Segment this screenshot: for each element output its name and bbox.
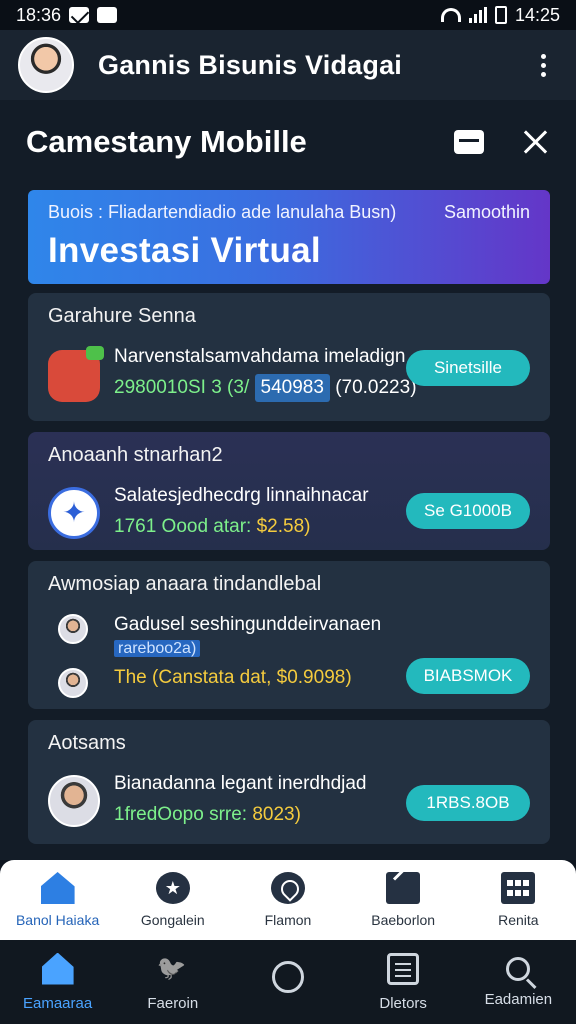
- card-chip: rareboo2a): [114, 640, 201, 657]
- home-icon: [40, 872, 75, 904]
- action-label: Renita: [498, 912, 539, 928]
- nav-item-home[interactable]: Eamaaraa: [3, 952, 113, 1012]
- card-amount: 8023): [252, 804, 301, 825]
- nav-item-center[interactable]: [233, 961, 343, 1003]
- status-bar: 18:36 14:25: [0, 0, 576, 30]
- nav-item-list[interactable]: Dletors: [348, 952, 458, 1012]
- action-document[interactable]: Baeborlon: [348, 872, 458, 928]
- action-label: Banol Haiaka: [15, 912, 100, 928]
- main-panel: Camestany Mobille Buois : Fliadartendiad…: [0, 100, 576, 860]
- card-action-button[interactable]: Se G1000B: [406, 493, 530, 529]
- nav-label: Faeroin: [147, 994, 199, 1012]
- card-action-button[interactable]: 1RBS.8OB: [406, 785, 530, 821]
- card-heading: Garahure Senna: [48, 305, 196, 327]
- card-body: Gadusel seshingunddeirvanaen rareboo2a) …: [48, 612, 530, 698]
- card-amount: $2.58): [256, 516, 311, 537]
- action-label: Flamon: [264, 912, 312, 928]
- star-badge-icon: [48, 487, 100, 539]
- action-bar: Banol Haiaka Gongalein Flamon Baeborlon …: [0, 860, 576, 940]
- app-title: Gannis Bisunis Vidagai: [98, 49, 402, 80]
- card-value: 1fredOopo srre:: [114, 804, 248, 825]
- promo-banner[interactable]: Buois : Fliadartendiadio ade lanulaha Bu…: [28, 190, 550, 284]
- card-heading: Awmosiap anaara tindandlebal: [48, 573, 322, 595]
- banner-top: Buois : Fliadartendiadio ade lanulaha Bu…: [48, 202, 530, 223]
- signal-icon: [468, 7, 487, 23]
- avatar[interactable]: [18, 37, 74, 93]
- action-home[interactable]: Banol Haiaka: [3, 872, 113, 928]
- nav-item-feed[interactable]: Faeroin: [118, 953, 228, 1012]
- nav-item-search[interactable]: Eadamien: [463, 956, 573, 1008]
- investment-card[interactable]: Garahure Senna Narvenstalsamvahdama imel…: [28, 293, 550, 421]
- person-avatar-icon: [48, 775, 100, 827]
- card-action-button[interactable]: Sinetsille: [406, 350, 530, 386]
- badge-icon: [155, 872, 190, 904]
- card-description: Gadusel seshingunddeirvanaen: [114, 614, 382, 635]
- page-title: Camestany Mobille: [26, 124, 307, 159]
- banner-right-text: Samoothin: [443, 202, 530, 222]
- more-options-icon[interactable]: [528, 50, 558, 80]
- banner-title: Investasi Virtual: [48, 231, 321, 270]
- bird-icon: [157, 953, 189, 985]
- search-icon: [506, 956, 531, 981]
- card-body: Salatesjedhecdrg linnaihnacar 1761 Oood …: [48, 483, 530, 541]
- nav-label: Eadamien: [484, 990, 553, 1008]
- app-header: Gannis Bisunis Vidagai: [0, 30, 576, 100]
- card-value: 1761 Oood atar:: [114, 516, 252, 537]
- card-body: Bianadanna legant inerdhdjad 1fredOopo s…: [48, 771, 530, 829]
- close-icon[interactable]: [522, 129, 548, 155]
- status-right: 14:25: [440, 4, 560, 26]
- wifi-icon: [440, 8, 461, 22]
- fruit-icon: [48, 346, 104, 402]
- banner-subtitle: Buois : Fliadartendiadio ade lanulaha Bu…: [48, 202, 397, 222]
- investment-card[interactable]: Awmosiap anaara tindandlebal Gadusel ses…: [28, 561, 550, 709]
- bottom-nav: Eamaaraa Faeroin Dletors Eadamien: [0, 940, 576, 1024]
- location-pin-icon: [270, 872, 305, 904]
- nav-label: Eamaaraa: [22, 994, 93, 1012]
- document-icon: [386, 872, 421, 904]
- gallery-icon: [97, 7, 118, 23]
- card-value: 2980010SI 3 (3/: [114, 377, 250, 398]
- status-left: 18:36: [16, 4, 118, 26]
- action-badge[interactable]: Gongalein: [118, 872, 228, 928]
- investment-card[interactable]: Anoaanh stnarhan2 Salatesjedhecdrg linna…: [28, 432, 550, 550]
- status-clock: 14:25: [514, 4, 560, 25]
- panel-title-row: Camestany Mobille: [26, 120, 556, 164]
- home-icon: [41, 952, 74, 985]
- action-label: Baeborlon: [371, 912, 436, 928]
- circle-icon: [271, 961, 304, 993]
- card-change: (70.0223): [335, 377, 417, 398]
- person-avatar-icon: [58, 668, 88, 698]
- investment-card[interactable]: Aotsams Bianadanna legant inerdhdjad 1fr…: [28, 720, 550, 844]
- list-icon: [387, 952, 420, 985]
- status-time: 18:36: [16, 4, 62, 25]
- card-chip-row: rareboo2a): [114, 638, 530, 660]
- action-location[interactable]: Flamon: [233, 872, 343, 928]
- calculator-icon: [501, 872, 536, 904]
- mail-icon: [69, 7, 90, 23]
- card-heading: Aotsams: [48, 732, 126, 754]
- nav-label: Dletors: [379, 994, 427, 1012]
- person-avatar-icon: [58, 614, 88, 644]
- action-label: Gongalein: [140, 912, 205, 928]
- value-chip: 540983: [254, 374, 330, 402]
- card-body: Narvenstalsamvahdama imeladign 2980010SI…: [48, 344, 530, 402]
- card-heading: Anoaanh stnarhan2: [48, 444, 223, 466]
- card-action-button[interactable]: BIABSMOK: [406, 658, 530, 694]
- action-calculator[interactable]: Renita: [463, 872, 573, 928]
- battery-icon: [494, 6, 507, 24]
- wallet-icon[interactable]: [454, 130, 484, 154]
